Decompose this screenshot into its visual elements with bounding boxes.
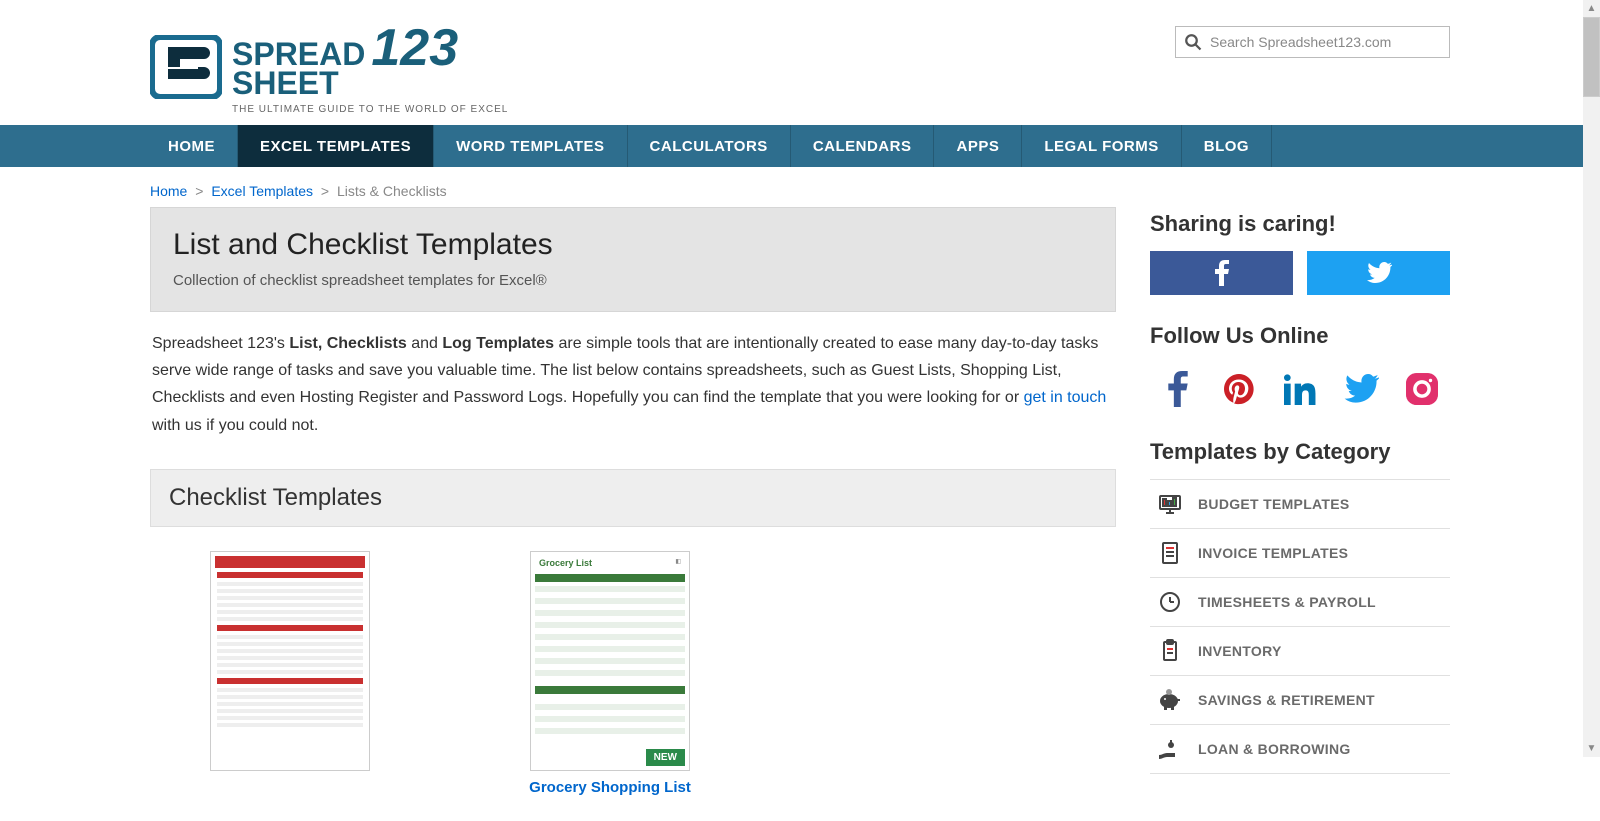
get-in-touch-link[interactable]: get in touch (1024, 389, 1107, 406)
nav-item-calendars[interactable]: CALENDARS (791, 125, 935, 167)
nav-item-legal-forms[interactable]: LEGAL FORMS (1022, 125, 1181, 167)
scroll-down-icon[interactable]: ▼ (1583, 740, 1600, 757)
piggy-icon (1156, 686, 1184, 714)
hand-icon (1156, 735, 1184, 763)
clipboard-icon (1156, 637, 1184, 665)
page-title: List and Checklist Templates (173, 228, 1093, 262)
page-hero: List and Checklist Templates Collection … (150, 207, 1116, 312)
page-subtitle: Collection of checklist spreadsheet temp… (173, 272, 1093, 289)
follow-instagram-icon[interactable] (1404, 371, 1440, 407)
search-input[interactable] (1210, 34, 1441, 50)
category-label: INVENTORY (1198, 643, 1282, 659)
follow-twitter-icon[interactable] (1343, 371, 1379, 407)
logo-mark-icon (150, 35, 222, 99)
main-nav: HOMEEXCEL TEMPLATESWORD TEMPLATESCALCULA… (0, 125, 1600, 167)
section-checklist-templates: Checklist Templates (150, 469, 1116, 527)
search-box[interactable] (1175, 26, 1450, 58)
category-item-loan-borrowing[interactable]: LOAN & BORROWING (1150, 725, 1450, 774)
facebook-icon (1215, 260, 1229, 286)
sharing-heading: Sharing is caring! (1150, 211, 1450, 237)
share-twitter-button[interactable] (1307, 251, 1450, 295)
category-label: TIMESHEETS & PAYROLL (1198, 594, 1376, 610)
breadcrumb-mid[interactable]: Excel Templates (211, 183, 313, 199)
template-thumbnail: Grocery List◧NEW (530, 551, 690, 771)
category-item-inventory[interactable]: INVENTORY (1150, 627, 1450, 676)
category-item-timesheets-payroll[interactable]: TIMESHEETS & PAYROLL (1150, 578, 1450, 627)
clock-icon (1156, 588, 1184, 616)
intro-paragraph: Spreadsheet 123's List, Checklists and L… (150, 326, 1116, 461)
new-badge: NEW (646, 749, 685, 766)
category-label: LOAN & BORROWING (1198, 741, 1351, 757)
category-label: BUDGET TEMPLATES (1198, 496, 1350, 512)
vertical-scrollbar[interactable]: ▲ ▼ (1583, 0, 1600, 757)
category-label: SAVINGS & RETIREMENT (1198, 692, 1375, 708)
monitor-icon (1156, 490, 1184, 518)
site-logo[interactable]: SPREAD SHEET 123 THE ULTIMATE GUIDE TO T… (150, 18, 508, 115)
template-title-link[interactable]: Grocery Shopping List (529, 779, 691, 796)
twitter-icon (1366, 262, 1392, 284)
scrollbar-thumb[interactable] (1583, 17, 1600, 97)
nav-item-blog[interactable]: BLOG (1182, 125, 1272, 167)
follow-facebook-icon[interactable] (1160, 371, 1196, 407)
breadcrumb-current: Lists & Checklists (337, 183, 447, 199)
logo-text: SPREAD SHEET 123 THE ULTIMATE GUIDE TO T… (232, 18, 508, 115)
nav-item-calculators[interactable]: CALCULATORS (628, 125, 791, 167)
category-item-invoice-templates[interactable]: INVOICE TEMPLATES (1150, 529, 1450, 578)
nav-item-word-templates[interactable]: WORD TEMPLATES (434, 125, 627, 167)
category-item-budget-templates[interactable]: BUDGET TEMPLATES (1150, 480, 1450, 529)
follow-pinterest-icon[interactable] (1221, 371, 1257, 407)
follow-linkedin-icon[interactable] (1282, 371, 1318, 407)
category-item-savings-retirement[interactable]: SAVINGS & RETIREMENT (1150, 676, 1450, 725)
categories-heading: Templates by Category (1150, 439, 1450, 465)
share-facebook-button[interactable] (1150, 251, 1293, 295)
scroll-up-icon[interactable]: ▲ (1583, 0, 1600, 17)
template-thumbnail (210, 551, 370, 771)
category-label: INVOICE TEMPLATES (1198, 545, 1348, 561)
follow-heading: Follow Us Online (1150, 323, 1450, 349)
search-icon (1184, 33, 1202, 51)
invoice-icon (1156, 539, 1184, 567)
nav-item-home[interactable]: HOME (150, 125, 238, 167)
breadcrumb: Home > Excel Templates > Lists & Checkli… (150, 167, 1450, 207)
template-card[interactable]: Grocery List◧NEW Grocery Shopping List (510, 551, 710, 797)
breadcrumb-home[interactable]: Home (150, 183, 187, 199)
nav-item-apps[interactable]: APPS (934, 125, 1022, 167)
nav-item-excel-templates[interactable]: EXCEL TEMPLATES (238, 125, 434, 167)
template-card[interactable] (190, 551, 390, 797)
